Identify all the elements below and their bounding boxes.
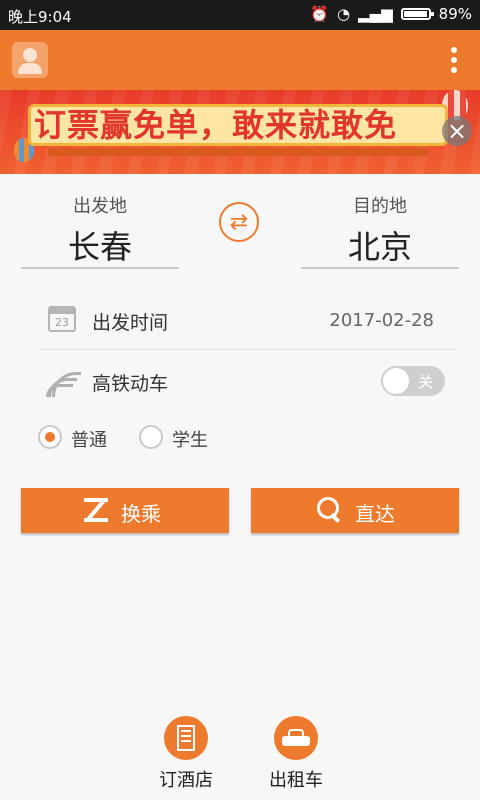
hotel-label: 订酒店 [159,770,213,791]
status-bar: 晚上9:04 ⏰ ◔ ▂▄▆ 89% [0,0,480,30]
from-underline [21,267,179,269]
high-speed-label: 高铁动车 [92,373,169,395]
from-label: 出发地 [73,196,127,217]
banner-close-icon[interactable]: × [442,116,472,146]
swap-stations-icon[interactable]: ⇄ [219,202,259,242]
transfer-icon [84,498,108,522]
alarm-icon: ⏰ [310,5,329,23]
radio-student[interactable] [139,425,163,449]
wifi-icon: ◔ [336,5,351,23]
to-station[interactable]: 北京 [320,222,440,268]
radio-student-label: 学生 [172,430,208,451]
from-station[interactable]: 长春 [40,222,160,268]
app-bar [0,30,480,90]
more-vertical-icon[interactable] [444,44,464,76]
user-avatar-icon[interactable] [12,42,48,78]
signal-icon: ▂▄▆ [358,5,393,23]
to-label: 目的地 [353,196,407,217]
divider [40,349,458,350]
promo-banner[interactable]: 订票赢免单，敢来就敢免 [0,90,480,174]
high-speed-toggle[interactable]: 关 [381,366,445,396]
taxi-icon [274,716,318,760]
radio-normal[interactable] [38,425,62,449]
date-label: 出发时间 [92,312,169,334]
battery-icon [400,8,434,20]
radio-normal-label: 普通 [71,430,107,451]
high-speed-train-icon [46,368,81,397]
direct-label: 直达 [355,502,395,526]
banner-text: 订票赢免单，敢来就敢免 [34,106,398,144]
search-icon [317,497,343,523]
hotel-icon [164,716,208,760]
battery-percent: 89% [438,5,472,23]
status-time: 晚上9:04 [8,8,72,26]
transfer-button[interactable]: 换乘 [21,488,229,533]
direct-button[interactable]: 直达 [251,488,459,533]
taxi-label: 出租车 [269,770,323,791]
transfer-label: 换乘 [121,502,161,526]
date-value: 2017-02-28 [329,310,434,331]
status-icons: ⏰ ◔ ▂▄▆ 89% [310,5,472,23]
to-underline [301,267,459,269]
calendar-icon: 23 [48,306,76,332]
